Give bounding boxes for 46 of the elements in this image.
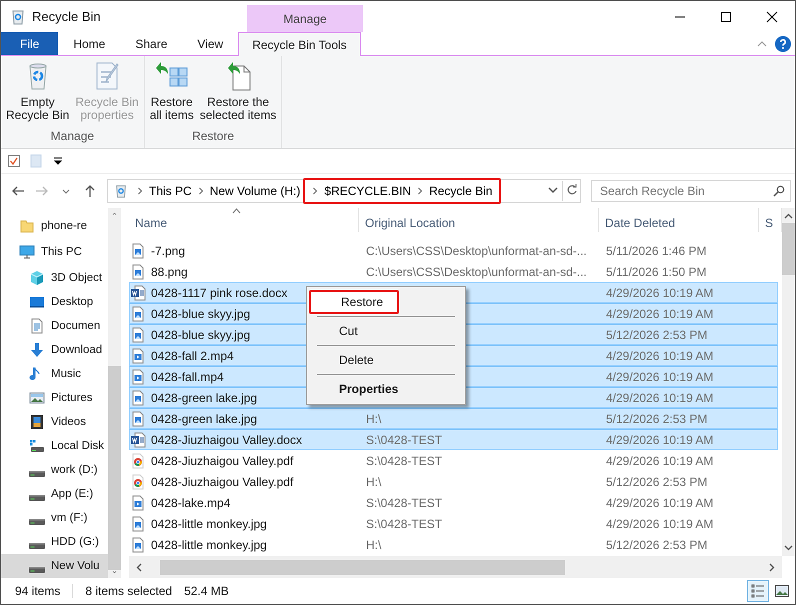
group-label: Manage <box>50 129 96 145</box>
original-location: S:\0428-TEST <box>366 496 442 510</box>
date-deleted: 5/12/2026 2:53 PM <box>606 538 708 552</box>
file-name: -7.png <box>151 244 186 258</box>
date-deleted: 4/29/2026 10:19 AM <box>606 496 714 510</box>
file-name: 0428-lake.mp4 <box>151 496 230 510</box>
date-deleted: 5/12/2026 2:53 PM <box>606 328 708 342</box>
file-name: 0428-fall.mp4 <box>151 370 224 384</box>
item-count: 94 items <box>15 584 62 598</box>
original-location: H:\ <box>366 538 382 552</box>
date-deleted: 4/29/2026 10:19 AM <box>606 286 714 300</box>
file-name: 0428-Jiuzhaigou Valley.pdf <box>151 454 294 468</box>
original-location: S:\0428-TEST <box>366 432 442 446</box>
window-title: Recycle Bin <box>32 8 102 26</box>
original-location: S:\0428-TEST <box>366 516 442 530</box>
file-name: 0428-Jiuzhaigou Valley.docx <box>151 432 302 446</box>
date-deleted: 4/29/2026 10:19 AM <box>606 454 714 468</box>
original-location: H:\ <box>366 474 382 488</box>
date-deleted: 5/11/2026 1:50 PM <box>606 264 707 278</box>
file-name: 0428-blue skyy.jpg <box>151 306 250 320</box>
file-name: 0428-fall 2.mp4 <box>151 348 234 362</box>
date-deleted: 5/12/2026 2:53 PM <box>606 474 708 488</box>
selection-count: 8 items selected <box>72 584 184 598</box>
file-name: 0428-Jiuzhaigou Valley.pdf <box>151 474 294 488</box>
date-deleted: 4/29/2026 10:19 AM <box>606 390 714 404</box>
file-name: 88.png <box>151 264 188 278</box>
date-deleted: 4/29/2026 10:19 AM <box>606 306 714 320</box>
date-deleted: 4/29/2026 10:19 AM <box>606 370 714 384</box>
original-location: C:\Users\CSS\Desktop\unformat-an-sd-... <box>366 244 587 258</box>
file-name: 0428-green lake.jpg <box>151 390 258 404</box>
date-deleted: 4/29/2026 10:19 AM <box>606 516 714 530</box>
contextual-tab-header: Manage <box>247 5 363 32</box>
original-location: S:\0428-TEST <box>366 454 442 468</box>
file-name: 0428-blue skyy.jpg <box>151 328 250 342</box>
date-deleted: 4/29/2026 10:19 AM <box>606 348 714 362</box>
group-label: Restore <box>191 129 236 145</box>
original-location: C:\Users\CSS\Desktop\unformat-an-sd-... <box>366 264 587 278</box>
file-name: 0428-green lake.jpg <box>151 412 258 426</box>
file-name: 0428-little monkey.jpg <box>151 516 267 530</box>
file-name: 0428-1117 pink rose.docx <box>151 286 288 300</box>
file-name: 0428-little monkey.jpg <box>151 538 267 552</box>
date-deleted: 5/12/2026 2:53 PM <box>606 412 708 426</box>
selection-size: 52.4 MB <box>184 584 230 598</box>
date-deleted: 5/11/2026 1:46 PM <box>606 244 707 258</box>
original-location: H:\ <box>366 412 382 426</box>
date-deleted: 4/29/2026 10:19 AM <box>606 432 714 446</box>
